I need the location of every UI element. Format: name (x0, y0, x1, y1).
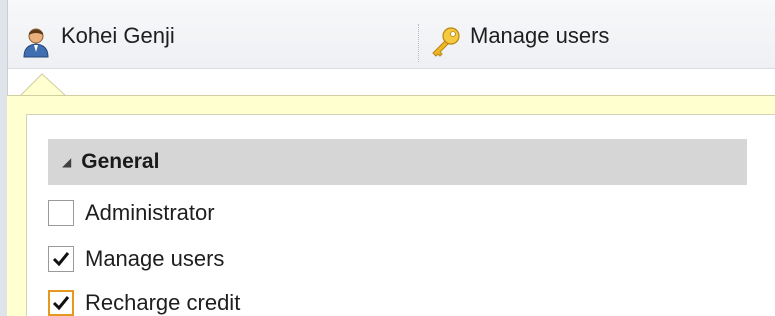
header-divider (418, 24, 419, 62)
manage-users-checkbox[interactable] (48, 246, 74, 272)
permission-label: Manage users (85, 246, 225, 271)
recharge-credit-checkbox[interactable] (48, 290, 74, 316)
manage-users-header-item[interactable]: Manage users (428, 18, 609, 66)
permission-label: Administrator (85, 200, 215, 225)
user-name: Kohei Genji (61, 23, 175, 48)
permissions-window: Kohei Genji Manage users ◢ General Admin… (0, 0, 775, 316)
permission-row-recharge-credit[interactable]: Recharge credit (48, 287, 240, 316)
group-title: General (81, 150, 160, 173)
popup-pointer (20, 72, 68, 96)
administrator-checkbox[interactable] (48, 200, 74, 226)
user-header-item[interactable]: Kohei Genji (19, 18, 175, 66)
manage-users-label: Manage users (470, 23, 610, 48)
checkmark-icon (52, 296, 70, 311)
checkmark-icon (52, 252, 70, 267)
collapse-triangle-icon: ◢ (62, 155, 72, 169)
group-header-general[interactable]: ◢ General (48, 139, 747, 185)
user-icon (19, 25, 53, 59)
key-icon (428, 25, 462, 59)
permission-row-administrator[interactable]: Administrator (48, 197, 215, 229)
permission-label: Recharge credit (85, 290, 241, 315)
permission-row-manage-users[interactable]: Manage users (48, 243, 224, 275)
